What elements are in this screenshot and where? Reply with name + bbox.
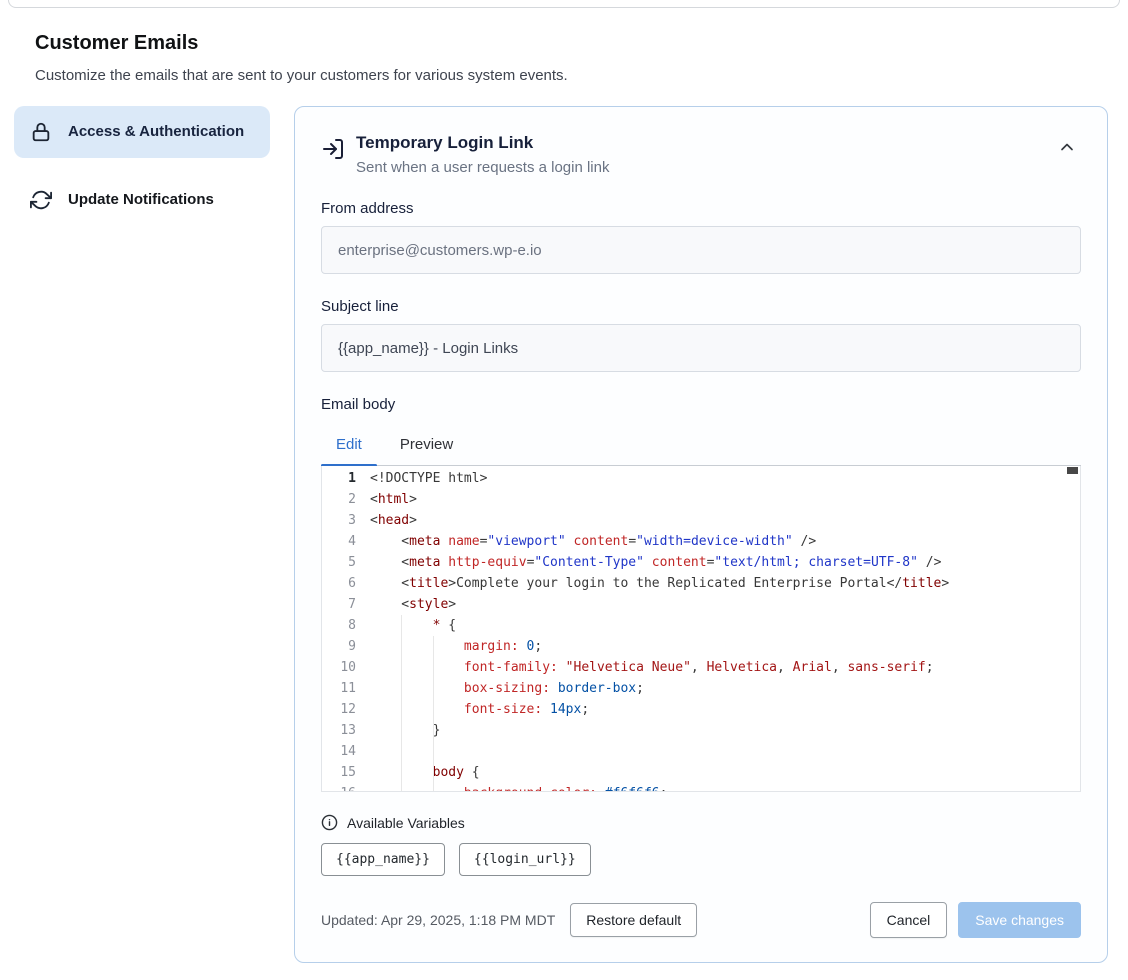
panel-title: Temporary Login Link [356, 133, 609, 153]
line-number: 10 [322, 657, 370, 678]
code-line: 9 margin: 0; [322, 636, 1080, 657]
line-number: 2 [322, 489, 370, 510]
code-lines: 1<!DOCTYPE html>2<html>3<head>4 <meta na… [322, 468, 1080, 792]
sidebar: Access & Authentication Update Notificat… [14, 106, 270, 226]
from-address-input[interactable] [321, 226, 1081, 274]
panel-header-text: Temporary Login Link Sent when a user re… [356, 133, 609, 176]
code-line: 14 [322, 741, 1080, 762]
chevron-up-icon [1057, 137, 1077, 157]
variable-chips: {{app_name}} {{login_url}} [321, 843, 1081, 876]
indent-guide [433, 636, 434, 791]
temporary-login-link-panel: Temporary Login Link Sent when a user re… [294, 106, 1108, 963]
line-number: 11 [322, 678, 370, 699]
line-number: 16 [322, 783, 370, 792]
login-icon [321, 137, 345, 161]
sidebar-item-update-notifications[interactable]: Update Notifications [14, 174, 270, 226]
page-header: Customer Emails Customize the emails tha… [0, 8, 1128, 84]
code-line: 16 background-color: #f6f6f6; [322, 783, 1080, 792]
code-line: 5 <meta http-equiv="Content-Type" conten… [322, 552, 1080, 573]
subject-line-input[interactable] [321, 324, 1081, 372]
line-number: 5 [322, 552, 370, 573]
editor-tabs: Edit Preview [321, 427, 1081, 466]
line-number: 9 [322, 636, 370, 657]
info-icon[interactable] [321, 814, 338, 831]
sidebar-item-label: Update Notifications [68, 188, 214, 212]
page-title: Customer Emails [35, 32, 1093, 55]
line-number: 7 [322, 594, 370, 615]
variable-chip[interactable]: {{login_url}} [459, 843, 591, 876]
panel-subtitle: Sent when a user requests a login link [356, 159, 609, 176]
from-address-label: From address [321, 200, 1081, 217]
code-line: 1<!DOCTYPE html> [322, 468, 1080, 489]
available-variables-header: Available Variables [321, 814, 1081, 831]
refresh-icon [30, 189, 52, 211]
restore-default-button[interactable]: Restore default [570, 903, 697, 937]
code-editor[interactable]: 1<!DOCTYPE html>2<html>3<head>4 <meta na… [321, 466, 1081, 792]
line-number: 1 [322, 468, 370, 489]
line-number: 4 [322, 531, 370, 552]
editor-scrollbar-thumb[interactable] [1067, 467, 1078, 474]
save-changes-button[interactable]: Save changes [958, 902, 1081, 938]
panel-footer: Updated: Apr 29, 2025, 1:18 PM MDT Resto… [321, 902, 1081, 938]
panel-header: Temporary Login Link Sent when a user re… [321, 133, 1081, 176]
code-line: 7 <style> [322, 594, 1080, 615]
collapse-button[interactable] [1053, 133, 1081, 161]
cancel-button[interactable]: Cancel [870, 902, 948, 938]
lock-icon [30, 121, 52, 143]
page-subtitle: Customize the emails that are sent to yo… [35, 67, 1093, 84]
code-line: 2<html> [322, 489, 1080, 510]
line-number: 13 [322, 720, 370, 741]
code-line: 15 body { [322, 762, 1080, 783]
tab-edit[interactable]: Edit [321, 427, 377, 465]
variable-chip[interactable]: {{app_name}} [321, 843, 445, 876]
code-line: 13 } [322, 720, 1080, 741]
indent-guide [401, 615, 402, 791]
line-number: 15 [322, 762, 370, 783]
top-card-edge [8, 0, 1120, 8]
main-layout: Access & Authentication Update Notificat… [0, 106, 1128, 963]
code-line: 6 <title>Complete your login to the Repl… [322, 573, 1080, 594]
email-body-label: Email body [321, 396, 1081, 413]
available-variables-label: Available Variables [347, 815, 465, 831]
code-line: 12 font-size: 14px; [322, 699, 1080, 720]
tab-preview[interactable]: Preview [385, 427, 468, 465]
line-number: 8 [322, 615, 370, 636]
sidebar-item-label: Access & Authentication [68, 120, 244, 144]
code-line: 10 font-family: "Helvetica Neue", Helvet… [322, 657, 1080, 678]
code-line: 3<head> [322, 510, 1080, 531]
code-line: 11 box-sizing: border-box; [322, 678, 1080, 699]
code-line: 4 <meta name="viewport" content="width=d… [322, 531, 1080, 552]
subject-line-label: Subject line [321, 298, 1081, 315]
line-number: 3 [322, 510, 370, 531]
sidebar-item-access-authentication[interactable]: Access & Authentication [14, 106, 270, 158]
line-number: 12 [322, 699, 370, 720]
updated-timestamp: Updated: Apr 29, 2025, 1:18 PM MDT [321, 912, 555, 928]
code-line: 8 * { [322, 615, 1080, 636]
line-number: 14 [322, 741, 370, 762]
line-number: 6 [322, 573, 370, 594]
